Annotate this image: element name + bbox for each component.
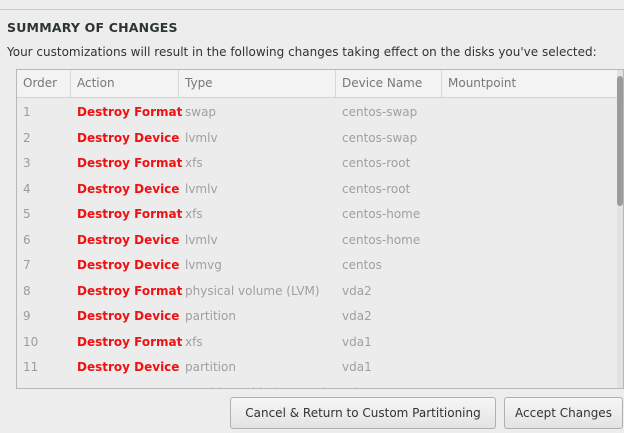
summary-of-changes-dialog: SUMMARY OF CHANGES Your customizations w…: [0, 0, 624, 433]
table-row[interactable]: 3 Destroy Format xfs centos-root: [17, 151, 617, 176]
changes-table: Order Action Type Device Name Mountpoint…: [16, 69, 624, 389]
table-row[interactable]: 12 Destroy Formatpartition table (MSDOS)v…: [17, 381, 617, 389]
mountpoint-cell: [442, 253, 598, 278]
type-cell: lvmlv: [185, 130, 218, 145]
column-header-action[interactable]: Action: [70, 70, 175, 97]
mountpoint-cell: [442, 202, 598, 227]
table-row[interactable]: 1 Destroy Format swap centos-swap: [17, 100, 617, 125]
scrollbar-thumb[interactable]: [617, 76, 623, 206]
type-cell: physical volume (LVM): [185, 283, 320, 298]
order-cell: 1: [23, 105, 31, 119]
action-cell: Destroy Device: [77, 130, 180, 145]
order-cell: 7: [23, 258, 31, 272]
order-cell: 12: [17, 381, 67, 389]
device-name-cell: centos-swap: [342, 105, 418, 119]
device-name-cell: centos-root: [342, 156, 411, 170]
table-row[interactable]: 7 Destroy Device lvmvg centos: [17, 253, 617, 278]
type-cell: lvmlv: [185, 181, 218, 196]
order-cell: 6: [23, 232, 31, 247]
top-divider: [0, 9, 624, 10]
action-cell: Destroy Format: [71, 381, 182, 389]
order-cell: 10: [23, 334, 39, 349]
type-cell: xfs: [185, 156, 203, 170]
mountpoint-cell: [442, 151, 598, 176]
type-cell: partition: [185, 309, 236, 323]
device-name-cell: centos-swap: [342, 130, 418, 145]
dialog-description: Your customizations will result in the f…: [7, 45, 597, 59]
order-cell: 9: [23, 309, 31, 323]
device-name-cell: centos-home: [342, 207, 421, 221]
mountpoint-cell: [442, 381, 598, 389]
mountpoint-cell: [442, 126, 598, 151]
order-cell: 4: [23, 181, 31, 196]
action-cell: Destroy Format: [77, 283, 183, 298]
device-name-cell: vda1: [342, 360, 372, 374]
device-name-cell: centos-root: [342, 181, 411, 196]
type-cell: swap: [185, 105, 217, 119]
table-row[interactable]: 9 Destroy Device partition vda2: [17, 304, 617, 329]
mountpoint-cell: [442, 100, 598, 125]
table-row[interactable]: 5 Destroy Format xfs centos-home: [17, 202, 617, 227]
column-header-type[interactable]: Type: [178, 70, 330, 97]
device-name-cell: vda: [336, 381, 442, 389]
type-cell: lvmlv: [185, 232, 218, 247]
type-cell: partition table (MSDOS): [179, 381, 335, 389]
cancel-return-button[interactable]: Cancel & Return to Custom Partitioning: [230, 397, 496, 429]
device-name-cell: vda2: [342, 309, 372, 323]
action-cell: Destroy Format: [77, 105, 183, 119]
table-row[interactable]: 4 Destroy Device lvmlv centos-root: [17, 177, 617, 202]
table-row[interactable]: 10 Destroy Format xfs vda1: [17, 330, 617, 355]
dialog-title: SUMMARY OF CHANGES: [7, 20, 178, 35]
mountpoint-cell: [442, 228, 598, 253]
action-cell: Destroy Device: [77, 258, 180, 272]
order-cell: 11: [23, 360, 39, 374]
table-row[interactable]: 11 Destroy Device partition vda1: [17, 355, 617, 380]
action-cell: Destroy Device: [77, 309, 180, 323]
order-cell: 8: [23, 283, 31, 298]
type-cell: xfs: [185, 334, 203, 349]
action-cell: Destroy Format: [77, 334, 183, 349]
table-row[interactable]: 6 Destroy Device lvmlv centos-home: [17, 228, 617, 253]
vertical-scrollbar[interactable]: [617, 70, 623, 388]
table-row[interactable]: 8 Destroy Format physical volume (LVM) vda2: [17, 279, 617, 304]
device-name-cell: vda1: [342, 334, 372, 349]
accept-changes-button[interactable]: Accept Changes: [504, 397, 623, 429]
type-cell: lvmvg: [185, 258, 222, 272]
order-cell: 3: [23, 156, 31, 170]
column-header-device-name[interactable]: Device Name: [335, 70, 434, 97]
device-name-cell: centos: [342, 258, 382, 272]
type-cell: xfs: [185, 207, 203, 221]
order-cell: 2: [23, 130, 31, 145]
mountpoint-cell: [442, 177, 598, 202]
mountpoint-cell: [442, 304, 598, 329]
mountpoint-cell: [442, 279, 598, 304]
table-header: Order Action Type Device Name Mountpoint: [17, 70, 617, 98]
action-cell: Destroy Device: [77, 232, 180, 247]
order-cell: 5: [23, 207, 31, 221]
type-cell: partition: [185, 360, 236, 374]
action-cell: Destroy Format: [77, 207, 183, 221]
mountpoint-cell: [442, 355, 598, 380]
mountpoint-cell: [442, 330, 598, 355]
column-header-order[interactable]: Order: [17, 70, 67, 97]
action-cell: Destroy Format: [77, 156, 183, 170]
table-row[interactable]: 2 Destroy Device lvmlv centos-swap: [17, 126, 617, 151]
action-cell: Destroy Device: [77, 360, 180, 374]
column-header-mountpoint[interactable]: Mountpoint: [441, 70, 608, 97]
action-cell: Destroy Device: [77, 181, 180, 196]
device-name-cell: vda2: [342, 283, 372, 298]
device-name-cell: centos-home: [342, 232, 421, 247]
